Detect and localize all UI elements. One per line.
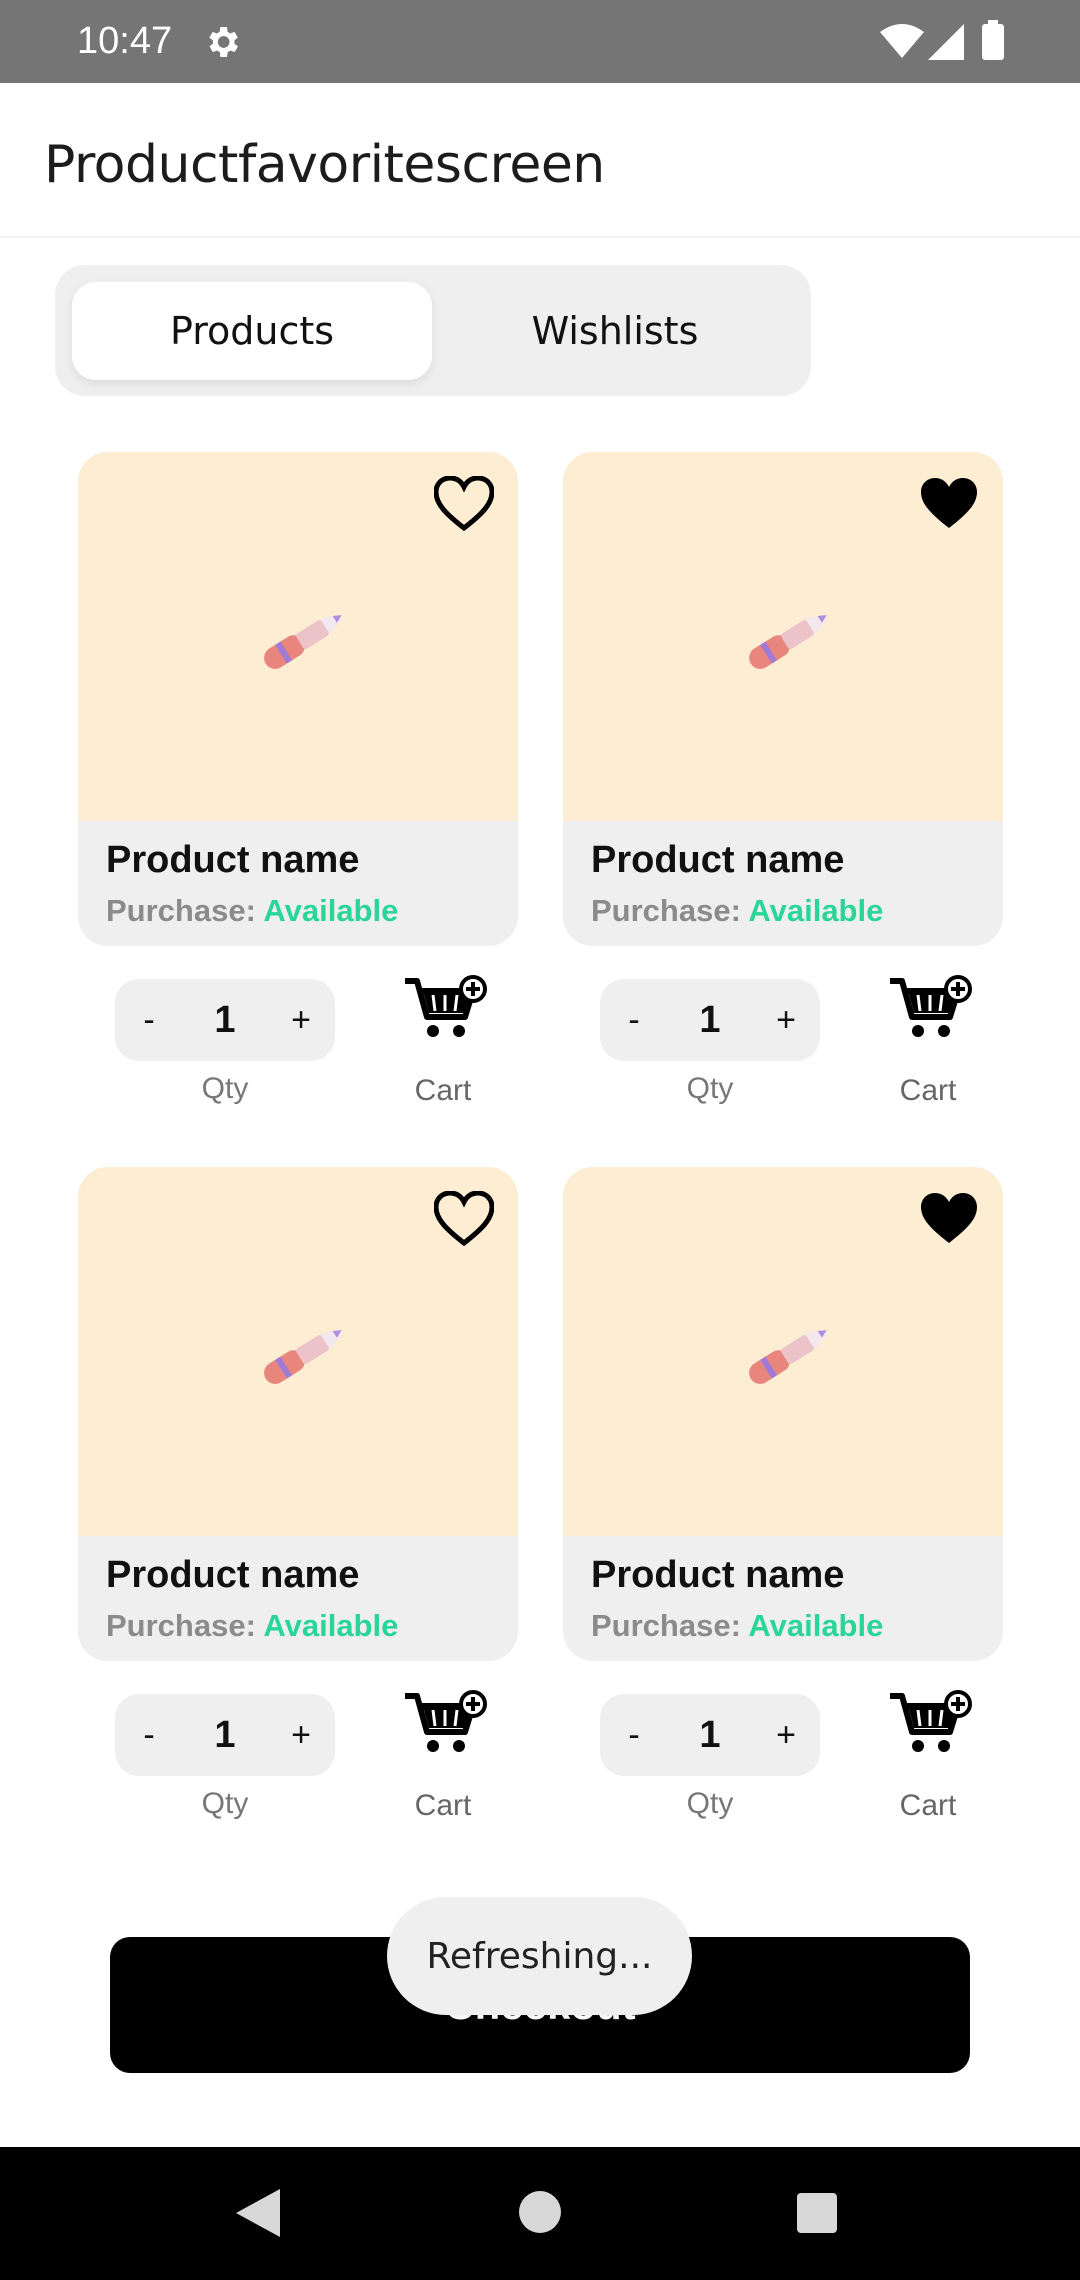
recent-apps-icon[interactable] (797, 2193, 837, 2233)
purchase-status: Purchase: Available (591, 1608, 883, 1644)
qty-label: Qty (201, 1072, 249, 1105)
quantity-value: 1 (699, 1713, 721, 1756)
signal-icon (928, 24, 964, 60)
increment-button[interactable]: + (756, 1694, 816, 1776)
add-to-cart-icon[interactable] (888, 1690, 972, 1756)
battery-icon (982, 20, 1004, 60)
gear-icon (209, 27, 238, 57)
qty-label: Qty (686, 1787, 734, 1820)
quantity-stepper: -1 + (600, 979, 820, 1061)
product-name: Product name (106, 839, 360, 881)
quantity-stepper: -1 + (115, 979, 335, 1061)
product-image (78, 1167, 518, 1536)
cart-label: Cart (899, 1789, 957, 1822)
decrement-button[interactable]: - (604, 1694, 664, 1776)
status-bar: 10:47 (0, 0, 1080, 83)
quantity-value: 1 (214, 1713, 236, 1756)
purchase-label: Purchase: (106, 1608, 256, 1643)
add-to-cart-icon[interactable] (888, 975, 972, 1041)
page-title: Productfavoritescreen (44, 135, 605, 195)
lipstick-icon (264, 614, 343, 669)
qty-label: Qty (686, 1072, 734, 1105)
tab-bar: Products Wishlists (55, 265, 811, 396)
product-card[interactable]: Product name Purchase: Available (78, 452, 518, 946)
product-info: Product name Purchase: Available (78, 1536, 518, 1661)
lipstick-icon (264, 1329, 343, 1384)
heart-outline-icon[interactable] (434, 476, 494, 532)
heart-filled-icon[interactable] (919, 1191, 979, 1247)
increment-button[interactable]: + (271, 1694, 331, 1776)
product-image (78, 452, 518, 821)
increment-button[interactable]: + (271, 979, 331, 1061)
purchase-status: Purchase: Available (591, 893, 883, 929)
product-name: Product name (591, 1554, 845, 1596)
product-info: Product name Purchase: Available (563, 1536, 1003, 1661)
cart-label: Cart (414, 1074, 472, 1107)
product-name: Product name (591, 839, 845, 881)
wifi-icon (880, 24, 924, 58)
product-card[interactable]: Product name Purchase: Available (563, 1167, 1003, 1661)
quantity-value: 1 (214, 998, 236, 1041)
cart-label: Cart (899, 1074, 957, 1107)
home-icon[interactable] (519, 2191, 561, 2233)
status-time: 10:47 (77, 20, 173, 62)
lipstick-icon (749, 1329, 828, 1384)
availability-text: Available (748, 1608, 884, 1643)
product-card[interactable]: Product name Purchase: Available (78, 1167, 518, 1661)
decrement-button[interactable]: - (604, 979, 664, 1061)
product-info: Product name Purchase: Available (78, 821, 518, 946)
purchase-label: Purchase: (106, 893, 256, 928)
add-to-cart-icon[interactable] (403, 1690, 487, 1756)
product-name: Product name (106, 1554, 360, 1596)
back-icon[interactable] (236, 2189, 280, 2237)
cart-label: Cart (414, 1789, 472, 1822)
lipstick-icon (749, 614, 828, 669)
quantity-value: 1 (699, 998, 721, 1041)
heart-filled-icon[interactable] (919, 476, 979, 532)
purchase-status: Purchase: Available (106, 1608, 398, 1644)
availability-text: Available (263, 893, 399, 928)
purchase-label: Purchase: (591, 1608, 741, 1643)
availability-text: Available (748, 893, 884, 928)
product-image (563, 1167, 1003, 1536)
refresh-toast: Refreshing... (387, 1897, 692, 2015)
product-card[interactable]: Product name Purchase: Available (563, 452, 1003, 946)
purchase-label: Purchase: (591, 893, 741, 928)
qty-label: Qty (201, 1787, 249, 1820)
tab-wishlists[interactable]: Wishlists (435, 282, 795, 380)
purchase-status: Purchase: Available (106, 893, 398, 929)
decrement-button[interactable]: - (119, 979, 179, 1061)
decrement-button[interactable]: - (119, 1694, 179, 1776)
app-bar: Productfavoritescreen (0, 83, 1080, 238)
product-image (563, 452, 1003, 821)
product-info: Product name Purchase: Available (563, 821, 1003, 946)
increment-button[interactable]: + (756, 979, 816, 1061)
heart-outline-icon[interactable] (434, 1191, 494, 1247)
tab-products[interactable]: Products (72, 282, 432, 380)
quantity-stepper: -1 + (115, 1694, 335, 1776)
quantity-stepper: -1 + (600, 1694, 820, 1776)
add-to-cart-icon[interactable] (403, 975, 487, 1041)
availability-text: Available (263, 1608, 399, 1643)
system-nav-bar (0, 2147, 1080, 2280)
